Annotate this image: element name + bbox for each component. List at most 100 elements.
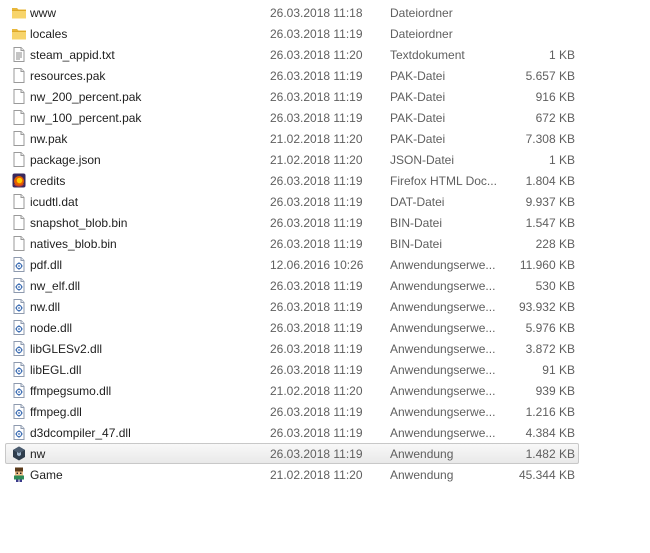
dll-icon <box>11 340 27 357</box>
file-row[interactable]: nw.pak 21.02.2018 11:20 PAK-Datei 7.308 KB <box>5 128 579 149</box>
file-name: snapshot_blob.bin <box>30 216 128 230</box>
file-size: 3.872 KB <box>525 342 575 356</box>
file-row[interactable]: pdf.dll 12.06.2016 10:26 Anwendungserwe...… <box>5 254 579 275</box>
file-date-modified: 26.03.2018 11:19 <box>270 216 363 230</box>
file-row[interactable]: ffmpeg.dll 26.03.2018 11:19 Anwendungserwe… <box>5 401 579 422</box>
file-date-modified: 26.03.2018 11:19 <box>270 69 363 83</box>
file-name: pdf.dll <box>30 258 63 272</box>
file-size: 91 KB <box>542 363 575 377</box>
file-name: nw <box>30 447 46 461</box>
file-row[interactable]: locales 26.03.2018 11:19 Dateiordner <box>5 23 579 44</box>
dll-icon <box>11 277 27 294</box>
file-date-modified: 26.03.2018 11:19 <box>270 90 363 104</box>
file-row[interactable]: libGLESv2.dll 26.03.2018 11:19 Anwendungse… <box>5 338 579 359</box>
file-size: 93.932 KB <box>518 300 575 314</box>
file-row[interactable]: d3dcompiler_47.dll 26.03.2018 11:19 Anwend… <box>5 422 579 443</box>
file-name: nw_elf.dll <box>30 279 81 293</box>
file-type: Anwendungserwe... <box>390 342 496 356</box>
file-row[interactable]: icudtl.dat 26.03.2018 11:19 DAT-Datei 9.937… <box>5 191 579 212</box>
file-date-modified: 26.03.2018 11:19 <box>270 174 363 188</box>
file-icon <box>11 151 27 168</box>
nwjs-app-icon <box>11 445 27 462</box>
file-date-modified: 26.03.2018 11:19 <box>270 237 363 251</box>
file-name: d3dcompiler_47.dll <box>30 426 131 440</box>
file-type: Anwendungserwe... <box>390 300 496 314</box>
file-name: www <box>30 6 56 20</box>
file-date-modified: 26.03.2018 11:19 <box>270 111 363 125</box>
file-date-modified: 21.02.2018 11:20 <box>270 132 363 146</box>
file-row[interactable]: nw_100_percent.pak 26.03.2018 11:19 PAK-Da… <box>5 107 579 128</box>
file-row[interactable]: resources.pak 26.03.2018 11:19 PAK-Datei 5.… <box>5 65 579 86</box>
file-row[interactable]: nw.dll 26.03.2018 11:19 Anwendungserwe... 9… <box>5 296 579 317</box>
file-date-modified: 26.03.2018 11:19 <box>270 342 363 356</box>
file-name: libEGL.dll <box>30 363 82 377</box>
file-date-modified: 26.03.2018 11:19 <box>270 426 363 440</box>
file-name: Game <box>30 468 63 482</box>
text-document-icon <box>11 46 27 63</box>
file-type: Anwendungserwe... <box>390 279 496 293</box>
file-date-modified: 26.03.2018 11:19 <box>270 195 363 209</box>
file-size: 4.384 KB <box>525 426 575 440</box>
file-date-modified: 26.03.2018 11:19 <box>270 363 363 377</box>
firefox-html-icon <box>11 172 27 189</box>
file-icon <box>11 193 27 210</box>
file-row[interactable]: steam_appid.txt 26.03.2018 11:20 Textdokum… <box>5 44 579 65</box>
file-date-modified: 12.06.2016 10:26 <box>270 258 364 272</box>
file-size: 1.804 KB <box>525 174 575 188</box>
file-row[interactable]: node.dll 26.03.2018 11:19 Anwendungserwe..… <box>5 317 579 338</box>
file-date-modified: 26.03.2018 11:19 <box>270 279 363 293</box>
file-date-modified: 26.03.2018 11:18 <box>270 6 363 20</box>
file-type: JSON-Datei <box>390 153 455 167</box>
file-name: nw_100_percent.pak <box>30 111 142 125</box>
file-row[interactable]: natives_blob.bin 26.03.2018 11:19 BIN-Date… <box>5 233 579 254</box>
file-name: ffmpegsumo.dll <box>30 384 112 398</box>
file-icon <box>11 88 27 105</box>
file-date-modified: 26.03.2018 11:19 <box>270 300 363 314</box>
file-size: 1.547 KB <box>525 216 575 230</box>
file-type: Anwendungserwe... <box>390 405 496 419</box>
dll-icon <box>11 424 27 441</box>
dll-icon <box>11 361 27 378</box>
file-date-modified: 26.03.2018 11:19 <box>270 405 363 419</box>
file-date-modified: 21.02.2018 11:20 <box>270 384 363 398</box>
file-date-modified: 26.03.2018 11:19 <box>270 27 363 41</box>
file-icon <box>11 109 27 126</box>
file-name: node.dll <box>30 321 73 335</box>
file-type: Dateiordner <box>390 6 453 20</box>
file-type: Anwendung <box>390 447 454 461</box>
file-type: Anwendungserwe... <box>390 258 496 272</box>
file-name: libGLESv2.dll <box>30 342 103 356</box>
file-size: 1.216 KB <box>525 405 575 419</box>
file-size: 1 KB <box>548 153 575 167</box>
file-type: Firefox HTML Doc... <box>390 174 497 188</box>
folder-icon <box>11 25 27 42</box>
file-size: 916 KB <box>535 90 575 104</box>
file-size: 1.482 KB <box>525 447 575 461</box>
file-row[interactable]: credits 26.03.2018 11:19 Firefox HTML Doc.… <box>5 170 579 191</box>
file-icon <box>11 235 27 252</box>
file-row[interactable]: libEGL.dll 26.03.2018 11:19 Anwendungserwe… <box>5 359 579 380</box>
file-size: 530 KB <box>535 279 575 293</box>
game-app-icon <box>11 466 27 483</box>
file-date-modified: 26.03.2018 11:19 <box>270 321 363 335</box>
file-row[interactable]: snapshot_blob.bin 26.03.2018 11:19 BIN-Dat… <box>5 212 579 233</box>
file-type: Anwendungserwe... <box>390 321 496 335</box>
file-row[interactable]: package.json 21.02.2018 11:20 JSON-Datei 1 … <box>5 149 579 170</box>
file-row[interactable]: Game 21.02.2018 11:20 Anwendung 45.344 KB <box>5 464 579 485</box>
file-type: PAK-Datei <box>390 69 446 83</box>
file-row[interactable]: nw 26.03.2018 11:19 Anwendung 1.482 KB <box>5 443 579 464</box>
file-size: 9.937 KB <box>525 195 575 209</box>
file-list: www 26.03.2018 11:18 Dateiordner locales 26.… <box>0 0 650 553</box>
file-name: nw_200_percent.pak <box>30 90 142 104</box>
file-row[interactable]: nw_200_percent.pak 26.03.2018 11:19 PAK-Da… <box>5 86 579 107</box>
file-size: 5.976 KB <box>525 321 575 335</box>
dll-icon <box>11 256 27 273</box>
file-name: icudtl.dat <box>30 195 79 209</box>
file-date-modified: 21.02.2018 11:20 <box>270 468 363 482</box>
file-size: 45.344 KB <box>518 468 575 482</box>
file-row[interactable]: nw_elf.dll 26.03.2018 11:19 Anwendungserwe… <box>5 275 579 296</box>
file-size: 7.308 KB <box>525 132 575 146</box>
file-size: 228 KB <box>535 237 575 251</box>
file-row[interactable]: www 26.03.2018 11:18 Dateiordner <box>5 2 579 23</box>
file-row[interactable]: ffmpegsumo.dll 21.02.2018 11:20 Anwendungs… <box>5 380 579 401</box>
